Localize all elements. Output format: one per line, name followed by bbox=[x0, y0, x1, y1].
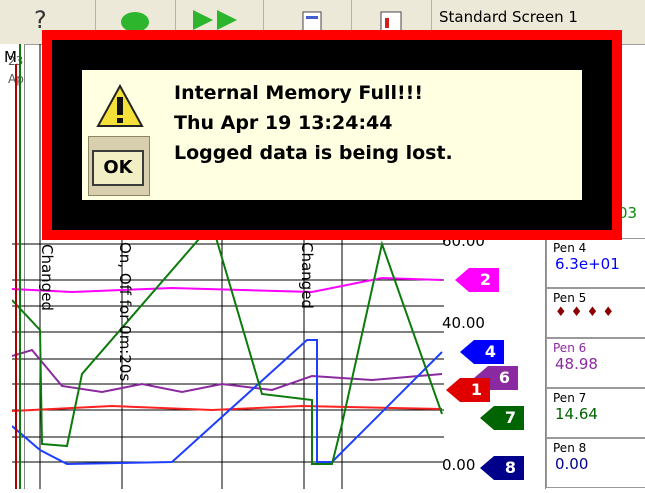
pen-marker-7-label: 7 bbox=[504, 408, 516, 427]
pen-name: Pen 5 bbox=[553, 291, 587, 305]
pen-name: Pen 8 bbox=[553, 441, 587, 455]
pen-marker-1-label: 1 bbox=[470, 380, 482, 399]
pen-box-4[interactable]: Pen 4 6.3e+01 bbox=[546, 238, 645, 288]
pen-marker-7[interactable]: 7 bbox=[480, 406, 524, 430]
scale-label-0: 0.00 bbox=[442, 456, 476, 474]
marker-tag-icon bbox=[460, 340, 504, 364]
pen-marker-4-label: 4 bbox=[484, 342, 496, 361]
pen-value: 0.00 bbox=[555, 455, 589, 473]
pen-box-5[interactable]: Pen 5 ♦ ♦ ♦ ♦ bbox=[546, 288, 645, 338]
pen-name: Pen 7 bbox=[553, 391, 587, 405]
pen-marker-1[interactable]: 1 bbox=[446, 378, 490, 402]
alert-line-message: Logged data is being lost. bbox=[174, 142, 453, 164]
pen-name: Pen 4 bbox=[553, 241, 587, 255]
marker-tag-icon bbox=[480, 456, 524, 480]
alert-frame bbox=[52, 40, 612, 230]
pen-box-7[interactable]: Pen 7 14.64 bbox=[546, 388, 645, 438]
pen-marker-4[interactable]: 4 bbox=[460, 340, 504, 364]
pen-marker-8-label: 8 bbox=[504, 458, 516, 477]
pen-value: ♦ ♦ ♦ ♦ bbox=[555, 305, 615, 320]
event-label-changed-1: Changed bbox=[38, 244, 56, 311]
pen-marker-8[interactable]: 8 bbox=[480, 456, 524, 480]
event-label-on-off: On, Off for 0m:20s bbox=[116, 242, 134, 382]
event-label-changed-2: Changed bbox=[298, 242, 316, 309]
marker-tag-icon bbox=[480, 406, 524, 430]
pen-box-8[interactable]: Pen 8 0.00 bbox=[546, 438, 645, 488]
pen-marker-2-label: 2 bbox=[479, 270, 491, 289]
alert-line-title: Internal Memory Full!!! bbox=[174, 82, 424, 104]
trace-pen-7 bbox=[11, 221, 443, 465]
pen-value: 6.3e+01 bbox=[555, 255, 620, 273]
marker-tag-icon bbox=[455, 268, 499, 292]
warning-icon bbox=[96, 84, 144, 127]
marker-tag-icon bbox=[446, 378, 490, 402]
pen-value: 14.64 bbox=[555, 405, 598, 423]
trace-pen-6 bbox=[11, 348, 443, 394]
screen-title[interactable]: Standard Screen 1 bbox=[439, 8, 578, 26]
pen-value: 48.98 bbox=[555, 355, 598, 373]
pen-box-6[interactable]: Pen 6 48.98 bbox=[546, 338, 645, 388]
pen-name: Pen 6 bbox=[553, 341, 587, 355]
memory-full-alert bbox=[42, 30, 622, 240]
pen-marker-2[interactable]: 2 bbox=[455, 268, 499, 292]
alert-line-timestamp: Thu Apr 19 13:24:44 bbox=[174, 112, 393, 134]
scale-label-40: 40.00 bbox=[442, 314, 485, 332]
ok-button[interactable]: OK bbox=[92, 150, 144, 186]
pen-marker-6-label: 6 bbox=[498, 368, 510, 387]
